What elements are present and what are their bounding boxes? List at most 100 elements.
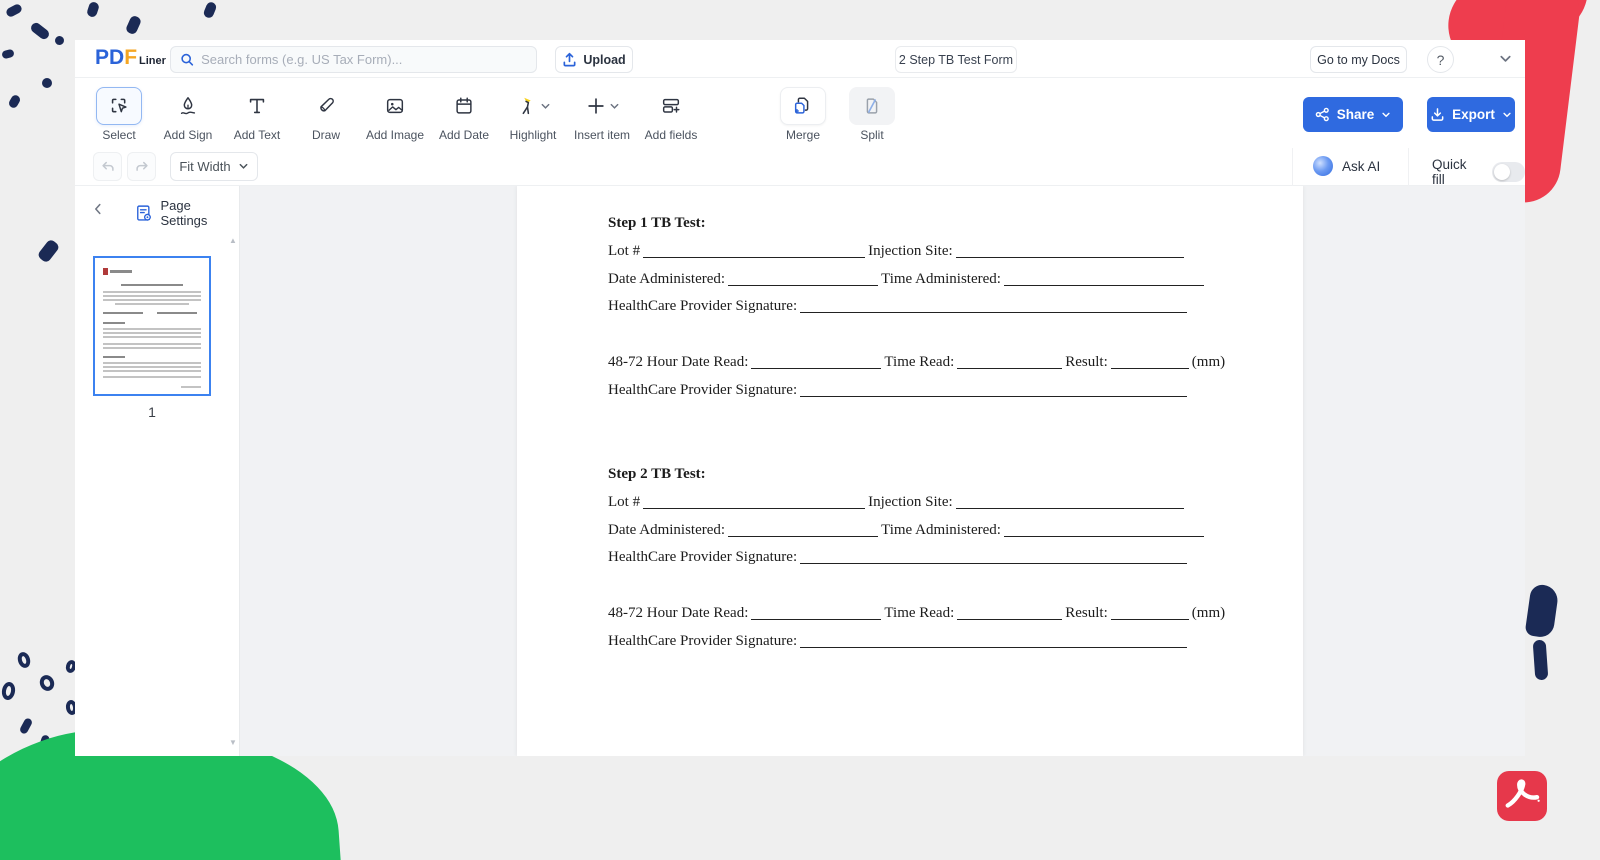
upload-label: Upload	[583, 53, 625, 67]
pdfliner-logo[interactable]: PDF Liner	[95, 47, 166, 68]
tool-merge[interactable]: Merge	[777, 87, 829, 142]
fill-line[interactable]	[1111, 355, 1189, 369]
ask-ai-button[interactable]: Ask AI	[1313, 156, 1380, 176]
chevron-left-icon	[91, 202, 105, 216]
fill-line[interactable]	[800, 299, 1187, 313]
pdf-page[interactable]: Step 1 TB Test: Lot #Injection Site: Dat…	[517, 186, 1303, 756]
page-settings-button[interactable]: Page Settings	[135, 198, 239, 228]
scroll-down-arrow[interactable]: ▼	[229, 738, 237, 747]
form-row: 48-72 Hour Date Read:Time Read:Result:(m…	[608, 605, 1243, 622]
quick-fill-toggle[interactable]	[1492, 162, 1525, 182]
header: PDF Liner Upload 2 Step TB Test Form	[75, 40, 1525, 78]
navy-blob	[1533, 640, 1549, 681]
document-viewer: Step 1 TB Test: Lot #Injection Site: Dat…	[240, 186, 1525, 756]
navy-ring	[16, 651, 32, 670]
fill-line[interactable]	[957, 606, 1062, 620]
page-settings-icon	[135, 204, 153, 223]
fill-line[interactable]	[956, 244, 1184, 258]
toolbar: Select Add Sign Add Text	[75, 78, 1525, 148]
form-row: 48-72 Hour Date Read:Time Read:Result:(m…	[608, 354, 1243, 371]
tool-highlight[interactable]: Highlight	[507, 87, 559, 142]
navy-dash	[202, 1, 217, 20]
navy-dash	[5, 3, 23, 18]
tool-add-date[interactable]: Add Date	[438, 87, 490, 142]
tool-insert-item[interactable]: Insert item	[576, 87, 628, 142]
navy-ring	[37, 673, 56, 693]
plus-icon	[585, 95, 607, 117]
form-row: Lot #Injection Site:	[608, 494, 1243, 511]
form-row: HealthCare Provider Signature:	[608, 298, 1243, 315]
divider	[1292, 148, 1293, 186]
navy-dash	[7, 94, 21, 110]
chevron-down-icon	[1502, 110, 1512, 120]
fill-line[interactable]	[643, 244, 865, 258]
ai-orb-icon	[1313, 156, 1333, 176]
upload-icon	[562, 52, 577, 67]
tool-add-sign[interactable]: Add Sign	[162, 87, 214, 142]
scroll-up-arrow[interactable]: ▲	[229, 236, 237, 245]
select-icon	[108, 95, 130, 117]
step2-title: Step 2 TB Test:	[608, 466, 1243, 483]
search-form[interactable]	[170, 46, 537, 73]
tool-add-text[interactable]: Add Text	[231, 87, 283, 142]
fill-line[interactable]	[643, 495, 865, 509]
fill-line[interactable]	[1004, 272, 1204, 286]
chevron-down-icon	[238, 161, 249, 172]
tool-select[interactable]: Select	[93, 87, 145, 142]
form-row: Date Administered:Time Administered:	[608, 271, 1243, 288]
pages-sidebar: Page Settings	[75, 186, 240, 756]
add-date-icon	[453, 95, 475, 117]
screen: PDF Liner Upload 2 Step TB Test Form	[0, 0, 1600, 860]
highlight-icon	[516, 95, 538, 117]
fill-line[interactable]	[1004, 523, 1204, 537]
split-icon	[861, 95, 883, 117]
tool-split[interactable]: Split	[846, 87, 898, 142]
chevron-down-icon[interactable]	[1498, 51, 1513, 66]
redo-icon	[134, 159, 150, 175]
undo-icon	[100, 159, 116, 175]
fill-line[interactable]	[751, 606, 881, 620]
fill-line[interactable]	[956, 495, 1184, 509]
form-row: HealthCare Provider Signature:	[608, 549, 1243, 566]
fill-line[interactable]	[800, 383, 1187, 397]
sidebar-collapse-button[interactable]	[87, 198, 109, 220]
navy-blob	[1525, 583, 1560, 638]
share-icon	[1315, 107, 1330, 122]
content-area: Page Settings	[75, 186, 1525, 756]
navy-dash	[1, 49, 15, 60]
zoom-select[interactable]: Fit Width	[170, 152, 258, 181]
add-text-icon	[246, 95, 268, 117]
app-window: PDF Liner Upload 2 Step TB Test Form	[75, 40, 1525, 756]
undo-button[interactable]	[93, 152, 122, 181]
add-image-icon	[384, 95, 406, 117]
redo-button[interactable]	[127, 152, 156, 181]
acrobat-pdf-icon	[1497, 771, 1547, 821]
chevron-down-icon	[1381, 110, 1391, 120]
form-row: HealthCare Provider Signature:	[608, 382, 1243, 399]
form-row: Lot #Injection Site:	[608, 243, 1243, 260]
search-input[interactable]	[201, 52, 527, 67]
export-button[interactable]: Export	[1427, 97, 1515, 132]
fill-line[interactable]	[1111, 606, 1189, 620]
upload-button[interactable]: Upload	[555, 46, 633, 73]
form-row: Date Administered:Time Administered:	[608, 522, 1243, 539]
search-icon	[180, 52, 194, 67]
fill-line[interactable]	[957, 355, 1062, 369]
quick-fill-control: Quick fill	[1432, 157, 1525, 187]
toggle-knob	[1494, 164, 1510, 180]
document-title[interactable]: 2 Step TB Test Form	[895, 46, 1017, 73]
fill-line[interactable]	[728, 272, 878, 286]
tool-draw[interactable]: Draw	[300, 87, 352, 142]
chevron-down-icon	[609, 101, 620, 112]
fill-line[interactable]	[800, 634, 1187, 648]
tool-add-image[interactable]: Add Image	[369, 87, 421, 142]
fill-line[interactable]	[751, 355, 881, 369]
fill-line[interactable]	[728, 523, 878, 537]
share-button[interactable]: Share	[1303, 97, 1403, 132]
draw-icon	[315, 95, 337, 117]
help-button[interactable]: ?	[1427, 46, 1454, 73]
go-to-my-docs-button[interactable]: Go to my Docs	[1310, 46, 1407, 73]
fill-line[interactable]	[800, 550, 1187, 564]
page-thumbnail[interactable]	[93, 256, 211, 396]
tool-add-fields[interactable]: Add fields	[645, 87, 697, 142]
